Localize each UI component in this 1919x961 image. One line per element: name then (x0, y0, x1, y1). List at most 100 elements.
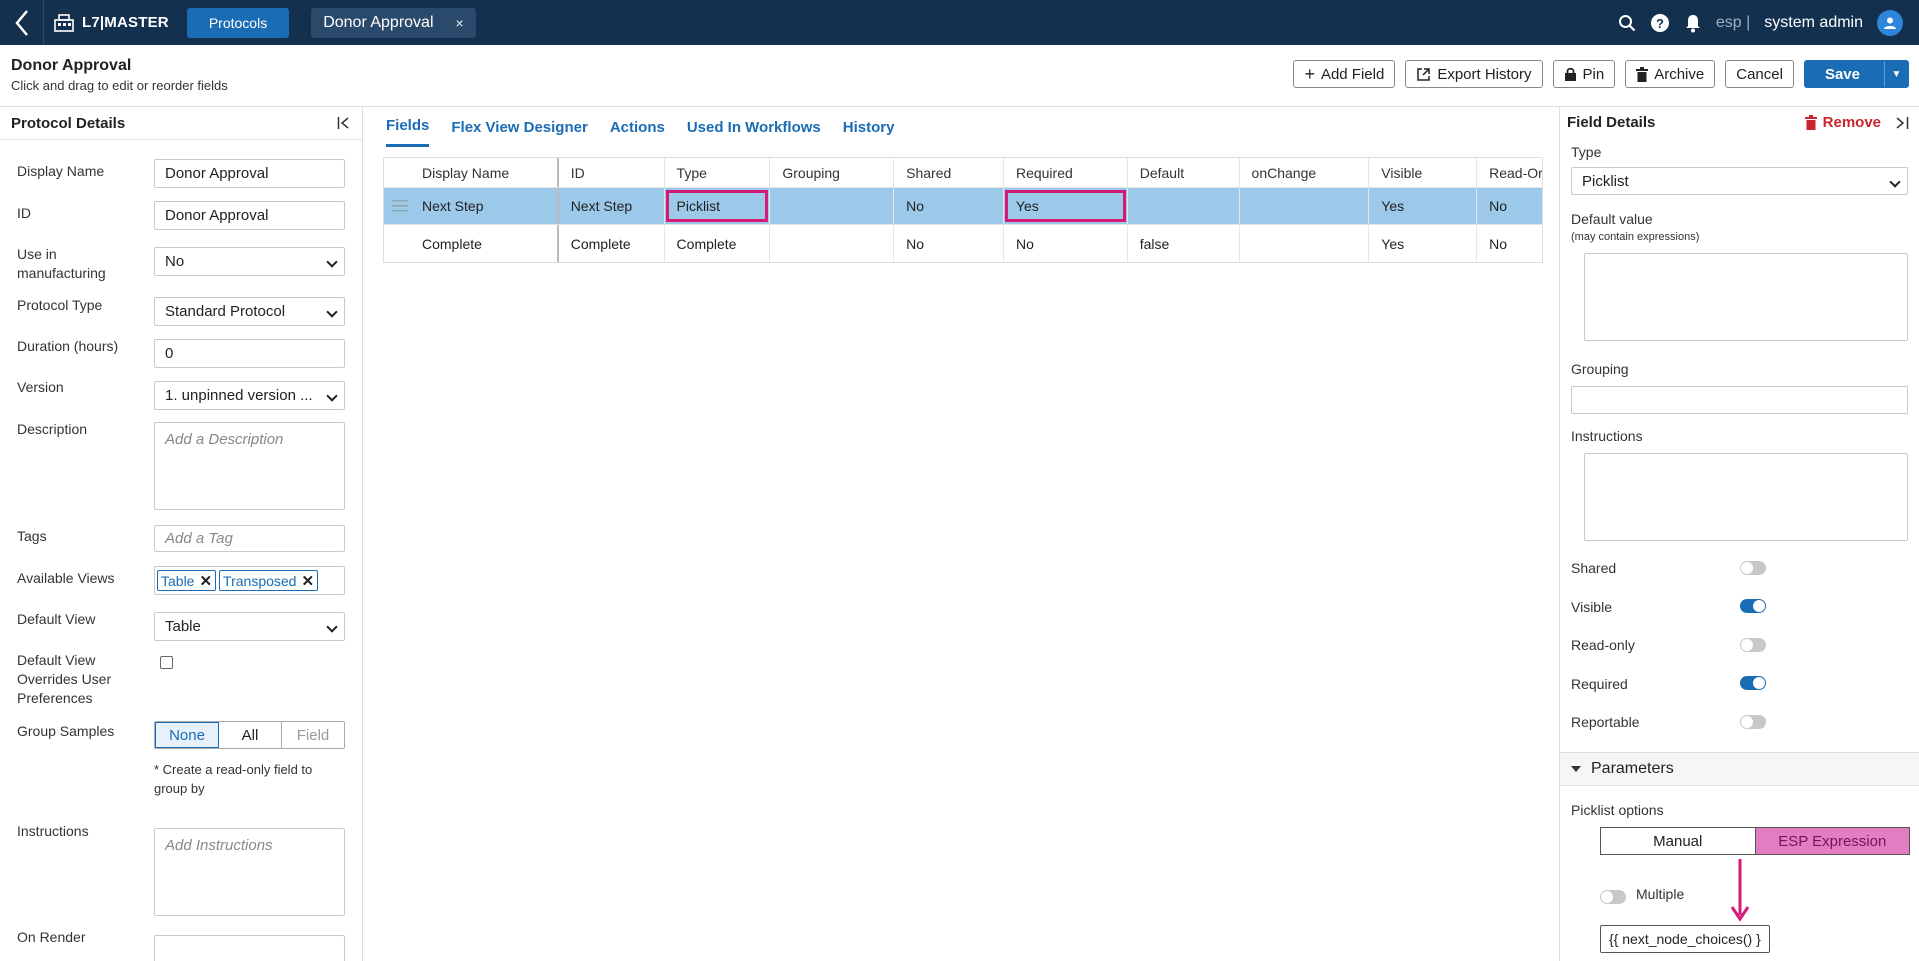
close-icon[interactable]: × (456, 15, 464, 31)
duration-label: Duration (hours) (17, 338, 119, 354)
search-icon[interactable] (1618, 14, 1636, 32)
protocols-nav-button[interactable]: Protocols (186, 7, 290, 38)
override-checkbox[interactable] (160, 656, 173, 669)
column-header[interactable]: Required (1004, 158, 1128, 187)
reportable-toggle[interactable] (1740, 715, 1766, 729)
tags-label: Tags (17, 528, 47, 544)
parameters-section-header[interactable]: Parameters (1560, 752, 1919, 786)
duration-field[interactable]: 0 (154, 339, 345, 368)
tab-history[interactable]: History (843, 107, 895, 147)
column-header[interactable]: onChange (1240, 158, 1370, 187)
save-button[interactable]: Save ▼ (1803, 60, 1909, 88)
esp-expression-option[interactable]: ESP Expression (1754, 828, 1909, 854)
column-header[interactable]: Type (665, 158, 771, 187)
tags-input[interactable]: Add a Tag (154, 525, 345, 552)
avatar[interactable] (1877, 9, 1903, 36)
required-toggle[interactable] (1740, 676, 1766, 690)
tab-used-in-workflows[interactable]: Used In Workflows (687, 107, 821, 147)
remove-button[interactable]: Remove (1804, 114, 1881, 131)
read-only-toggle[interactable] (1740, 638, 1766, 652)
save-label: Save (1824, 65, 1860, 83)
grouping-field[interactable] (1571, 386, 1908, 414)
default-value-textarea[interactable] (1584, 253, 1908, 341)
panel-title: Protocol Details (11, 114, 126, 132)
on-render-field[interactable] (154, 935, 345, 961)
table-cell: Complete (559, 225, 665, 262)
table-cell: Complete (384, 225, 559, 262)
fields-table: Display Name ID Type Grouping Shared Req… (383, 157, 1543, 263)
picklist-mode-toggle[interactable]: Manual ESP Expression (1600, 827, 1910, 855)
column-header[interactable]: Grouping (770, 158, 895, 187)
shared-label: Shared (1571, 560, 1617, 576)
group-samples-toggle[interactable]: None All Field (154, 721, 345, 749)
type-cell: Picklist (665, 188, 771, 224)
column-header[interactable]: Visible (1369, 158, 1478, 187)
export-history-button[interactable]: Export History (1405, 60, 1543, 88)
table-cell (1128, 188, 1240, 224)
app-logo[interactable]: L7|MASTER (54, 13, 169, 32)
back-button[interactable] (0, 0, 44, 45)
column-header[interactable]: ID (559, 158, 665, 187)
instructions-textarea[interactable] (1584, 453, 1908, 541)
bell-icon[interactable] (1684, 13, 1702, 33)
instructions-textarea[interactable]: Add Instructions (154, 828, 345, 916)
archive-button[interactable]: Archive (1625, 60, 1716, 88)
column-header[interactable]: Read-Or (1477, 158, 1542, 187)
column-header[interactable]: Display Name (384, 158, 559, 187)
top-bar: L7|MASTER Protocols Donor Approval × ? e… (0, 0, 1919, 45)
collapse-right-icon[interactable] (1895, 116, 1909, 130)
manual-option[interactable]: Manual (1601, 828, 1755, 854)
group-field-option[interactable]: Field (282, 722, 344, 748)
available-views-field[interactable]: Table ✕ Transposed ✕ (154, 566, 345, 595)
visible-toggle[interactable] (1740, 599, 1766, 613)
doc-tab[interactable]: Donor Approval × (311, 7, 476, 38)
tab-actions[interactable]: Actions (610, 107, 665, 147)
arrow-down-icon (1730, 859, 1750, 922)
add-field-button[interactable]: + Add Field (1293, 60, 1396, 88)
view-chip: Transposed ✕ (219, 570, 319, 591)
app-name: L7|MASTER (82, 14, 169, 31)
drag-handle-icon[interactable] (392, 199, 408, 213)
language-label[interactable]: esp | (1716, 14, 1750, 32)
svg-text:?: ? (1656, 16, 1664, 31)
table-cell: No (894, 188, 1004, 224)
archive-label: Archive (1654, 65, 1705, 83)
save-dropdown-icon[interactable]: ▼ (1884, 61, 1908, 87)
collapse-left-icon[interactable] (337, 116, 351, 130)
table-cell (770, 188, 895, 224)
group-none-option[interactable]: None (155, 722, 219, 748)
version-label: Version (17, 379, 64, 395)
description-textarea[interactable]: Add a Description (154, 422, 345, 510)
remove-chip-icon[interactable]: ✕ (301, 572, 314, 590)
pin-label: Pin (1582, 65, 1605, 83)
group-note: * Create a read-only field to group by (154, 762, 313, 796)
group-all-option[interactable]: All (219, 722, 282, 748)
default-view-select[interactable]: Table (154, 612, 345, 641)
column-header[interactable]: Default (1128, 158, 1240, 187)
table-row[interactable]: Complete Complete Complete No No false Y… (384, 225, 1542, 262)
chevron-left-icon (14, 9, 28, 36)
table-row[interactable]: Next Step Next Step Picklist No Yes Yes … (384, 188, 1542, 225)
tab-flex-view-designer[interactable]: Flex View Designer (451, 107, 587, 147)
shared-toggle[interactable] (1740, 561, 1766, 575)
doc-tab-label: Donor Approval (323, 13, 434, 31)
cancel-button[interactable]: Cancel (1725, 60, 1794, 88)
protocol-type-select[interactable]: Standard Protocol (154, 297, 345, 326)
export-icon (1417, 67, 1431, 81)
help-icon[interactable]: ? (1650, 13, 1670, 33)
read-only-label: Read-only (1571, 637, 1635, 653)
id-field[interactable]: Donor Approval (154, 201, 345, 230)
pin-button[interactable]: Pin (1552, 60, 1616, 88)
display-name-field[interactable]: Donor Approval (154, 159, 345, 188)
type-select[interactable]: Picklist (1571, 167, 1908, 195)
manufacturing-select[interactable]: No (154, 247, 345, 276)
tab-fields[interactable]: Fields (386, 107, 430, 147)
user-name[interactable]: system admin (1764, 14, 1863, 32)
parameters-label: Parameters (1591, 760, 1674, 777)
multiple-toggle[interactable] (1600, 890, 1626, 904)
remove-chip-icon[interactable]: ✕ (199, 572, 212, 590)
table-cell: Complete (665, 225, 771, 262)
version-select[interactable]: 1. unpinned version ... (154, 381, 345, 410)
column-header[interactable]: Shared (894, 158, 1004, 187)
expression-field[interactable]: {{ next_node_choices() } (1600, 925, 1770, 953)
